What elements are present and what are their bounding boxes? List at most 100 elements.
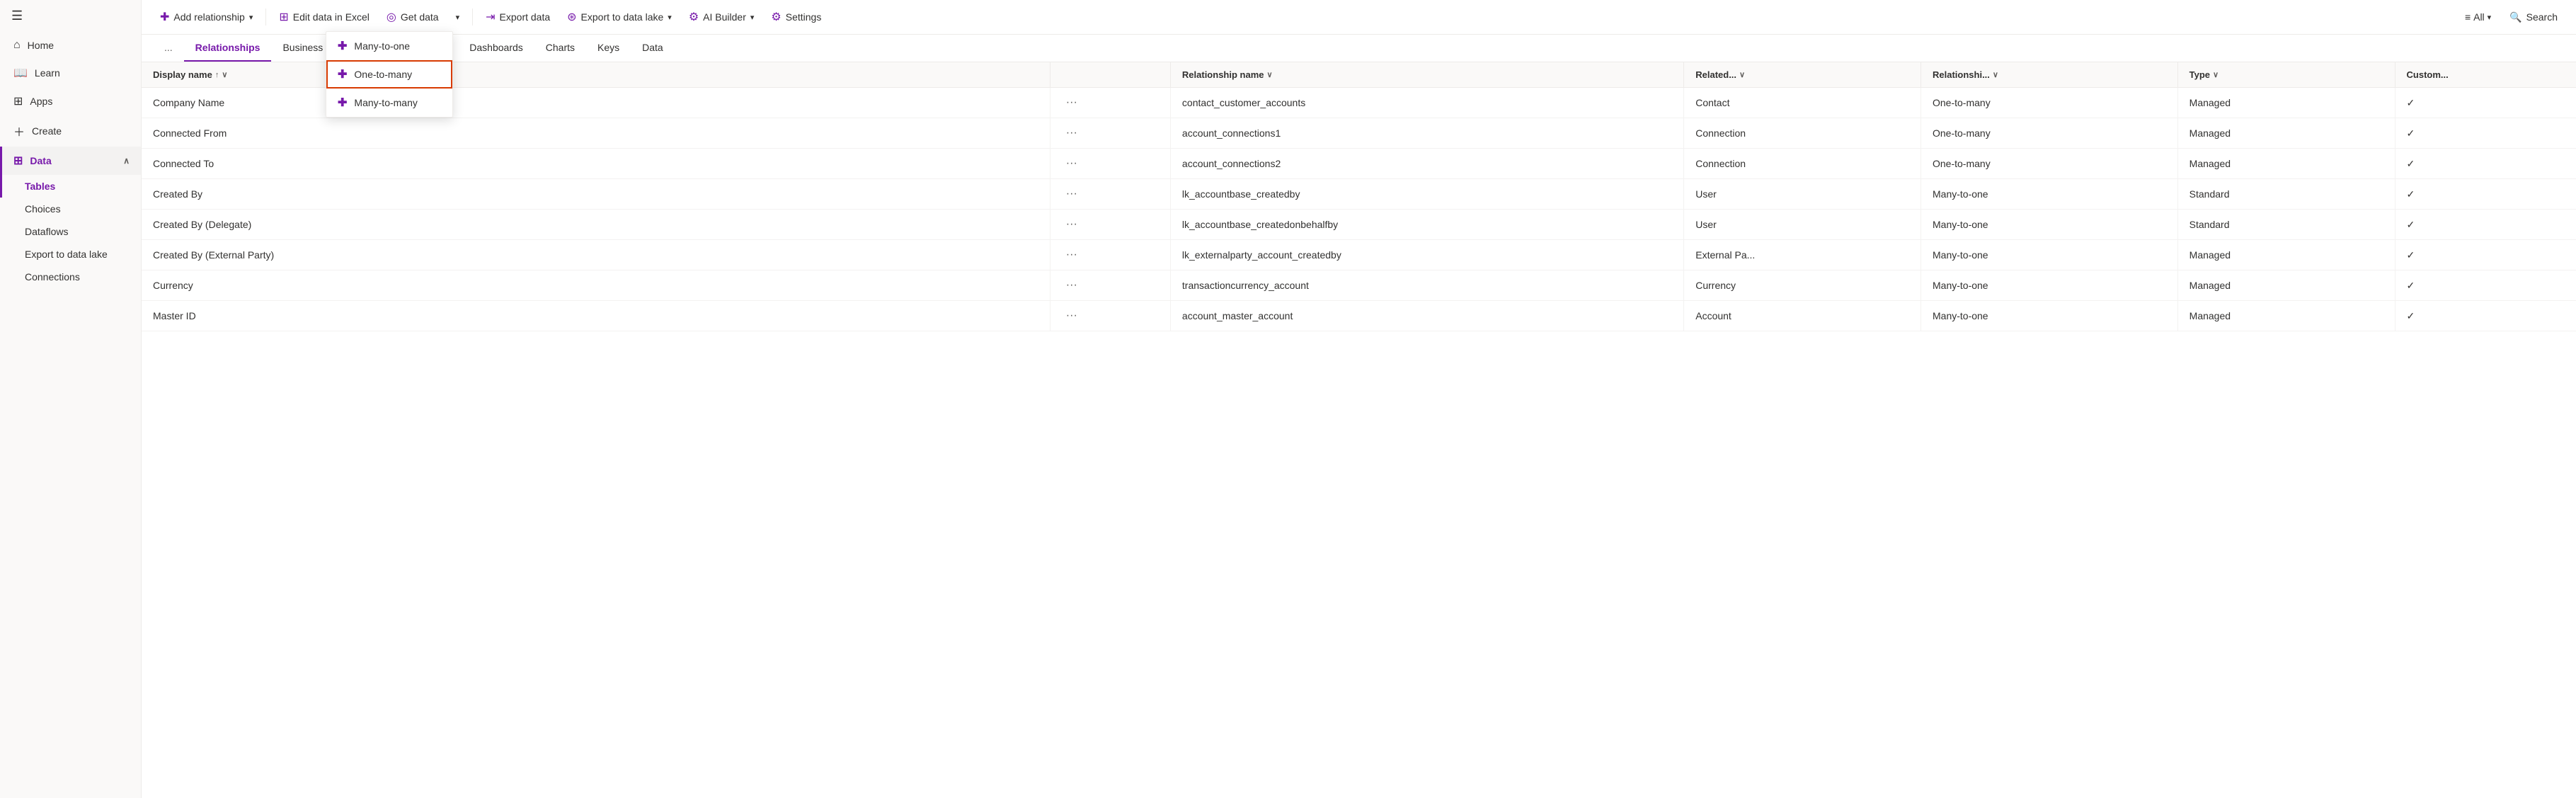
- edit-excel-label: Edit data in Excel: [293, 11, 370, 23]
- sidebar-item-export[interactable]: Export to data lake: [0, 243, 141, 266]
- export-lake-label: Export to data lake: [581, 11, 664, 23]
- row-ellipsis-button[interactable]: ···: [1062, 156, 1082, 171]
- rel-name-filter-icon[interactable]: ∨: [1266, 70, 1272, 79]
- add-relationship-button[interactable]: ✚ Add relationship ▾: [153, 6, 260, 28]
- sidebar-item-tables[interactable]: Tables: [0, 175, 141, 198]
- data-icon: ⊞: [13, 154, 23, 168]
- row-ellipsis-button[interactable]: ···: [1062, 186, 1082, 202]
- relationships-table: Display name ↑ ∨ Relationship name ∨: [142, 62, 2576, 331]
- export-data-label: Export data: [500, 11, 551, 23]
- sidebar-item-choices[interactable]: Choices: [0, 198, 141, 220]
- th-actions: [1050, 62, 1170, 88]
- one-to-many-option[interactable]: ✚ One-to-many: [326, 60, 452, 89]
- row-ellipsis-button[interactable]: ···: [1062, 308, 1082, 324]
- dataflows-label: Dataflows: [25, 226, 68, 237]
- table-row: Created By ··· lk_accountbase_createdby …: [142, 179, 2576, 210]
- th-related-label: Related...: [1695, 69, 1736, 80]
- cell-custom: ✓: [2395, 270, 2576, 301]
- tab-relationships-prefix[interactable]: ...: [153, 35, 184, 62]
- tab-keys[interactable]: Keys: [586, 35, 631, 62]
- hamburger-icon[interactable]: ☰: [11, 8, 23, 23]
- sidebar-item-learn[interactable]: 📖 Learn: [0, 59, 141, 87]
- row-ellipsis-button[interactable]: ···: [1062, 95, 1082, 110]
- sidebar-item-connections[interactable]: Connections: [0, 266, 141, 288]
- related-filter-icon[interactable]: ∨: [1739, 70, 1745, 79]
- display-name-filter-icon[interactable]: ∨: [222, 70, 227, 79]
- add-relationship-chevron: ▾: [249, 13, 253, 22]
- get-data-chevron: ▾: [456, 13, 460, 22]
- lake-icon: ⊛: [567, 10, 576, 24]
- filter-button[interactable]: ≡ All ▾: [2459, 7, 2497, 27]
- cell-actions: ···: [1050, 179, 1170, 210]
- th-rel-name[interactable]: Relationship name ∨: [1170, 62, 1683, 88]
- row-ellipsis-button[interactable]: ···: [1062, 125, 1082, 141]
- cell-actions: ···: [1050, 118, 1170, 149]
- th-related[interactable]: Related... ∨: [1684, 62, 1921, 88]
- sidebar-item-data[interactable]: ⊞ Data ∧: [0, 147, 141, 175]
- reltype-filter-icon[interactable]: ∨: [1993, 70, 1998, 79]
- search-icon: 🔍: [2509, 11, 2521, 23]
- table-row: Currency ··· transactioncurrency_account…: [142, 270, 2576, 301]
- sidebar-item-dataflows[interactable]: Dataflows: [0, 220, 141, 243]
- table-header-row: Display name ↑ ∨ Relationship name ∨: [142, 62, 2576, 88]
- cell-display-name: Master ID: [142, 301, 1050, 331]
- separator-1: [265, 8, 266, 25]
- sidebar-item-create[interactable]: ＋ Create: [0, 115, 141, 147]
- sidebar-item-data-label: Data: [30, 155, 51, 166]
- settings-button[interactable]: ⚙ Settings: [764, 6, 828, 28]
- ai-builder-button[interactable]: ⚙ AI Builder ▾: [682, 6, 762, 28]
- cell-rel-name: lk_accountbase_createdby: [1170, 179, 1683, 210]
- tab-data[interactable]: Data: [631, 35, 675, 62]
- tab-keys-label: Keys: [597, 42, 619, 53]
- cell-type: Managed: [2177, 270, 2395, 301]
- edit-excel-button[interactable]: ⊞ Edit data in Excel: [272, 6, 377, 28]
- export-data-button[interactable]: ⇥ Export data: [479, 6, 557, 28]
- export-lake-button[interactable]: ⊛ Export to data lake ▾: [560, 6, 679, 28]
- cell-type: Managed: [2177, 88, 2395, 118]
- ai-icon: ⚙: [689, 10, 699, 24]
- cell-related: User: [1684, 179, 1921, 210]
- th-rel-name-label: Relationship name: [1182, 69, 1264, 80]
- row-ellipsis-button[interactable]: ···: [1062, 278, 1082, 293]
- cell-display-name: Connected From: [142, 118, 1050, 149]
- cell-actions: ···: [1050, 88, 1170, 118]
- row-ellipsis-button[interactable]: ···: [1062, 217, 1082, 232]
- get-data-dropdown-button[interactable]: ▾: [449, 8, 467, 26]
- sort-asc-icon: ↑: [215, 71, 219, 79]
- export-icon: ⇥: [486, 10, 495, 24]
- cell-type: Managed: [2177, 301, 2395, 331]
- tab-dashboards[interactable]: Dashboards: [458, 35, 534, 62]
- row-ellipsis-button[interactable]: ···: [1062, 247, 1082, 263]
- th-display-name[interactable]: Display name ↑ ∨: [142, 62, 1050, 88]
- cell-related: Currency: [1684, 270, 1921, 301]
- search-button[interactable]: 🔍 Search: [2502, 7, 2565, 28]
- cell-type: Managed: [2177, 240, 2395, 270]
- cell-actions: ···: [1050, 240, 1170, 270]
- cell-custom: ✓: [2395, 210, 2576, 240]
- tab-charts-label: Charts: [546, 42, 575, 53]
- tab-data-label: Data: [642, 42, 663, 53]
- th-rel-type[interactable]: Relationshi... ∨: [1921, 62, 2178, 88]
- filter-lines-icon: ≡: [2465, 11, 2471, 23]
- cell-rel-type: One-to-many: [1921, 118, 2178, 149]
- many-to-many-label: Many-to-many: [354, 97, 417, 108]
- cell-rel-type: Many-to-one: [1921, 240, 2178, 270]
- custom-checkmark: ✓: [2407, 249, 2415, 261]
- th-type-label: Type: [2189, 69, 2210, 80]
- type-filter-icon[interactable]: ∨: [2213, 70, 2219, 79]
- many-to-one-option[interactable]: ✚ Many-to-one: [326, 32, 452, 60]
- sidebar-item-home[interactable]: ⌂ Home: [0, 32, 141, 59]
- many-to-many-option[interactable]: ✚ Many-to-many: [326, 89, 452, 117]
- sidebar-header: ☰: [0, 0, 141, 32]
- get-data-button[interactable]: ◎ Get data: [379, 6, 446, 28]
- export-label: Export to data lake: [25, 249, 108, 260]
- toolbar: ✚ Add relationship ▾ ⊞ Edit data in Exce…: [142, 0, 2576, 35]
- cell-actions: ···: [1050, 301, 1170, 331]
- tab-charts[interactable]: Charts: [534, 35, 586, 62]
- relationships-table-container: Display name ↑ ∨ Relationship name ∨: [142, 62, 2576, 798]
- cell-custom: ✓: [2395, 149, 2576, 179]
- sidebar-item-apps[interactable]: ⊞ Apps: [0, 87, 141, 115]
- cell-display-name: Created By: [142, 179, 1050, 210]
- tab-relationships[interactable]: Relationships: [184, 35, 272, 62]
- th-type[interactable]: Type ∨: [2177, 62, 2395, 88]
